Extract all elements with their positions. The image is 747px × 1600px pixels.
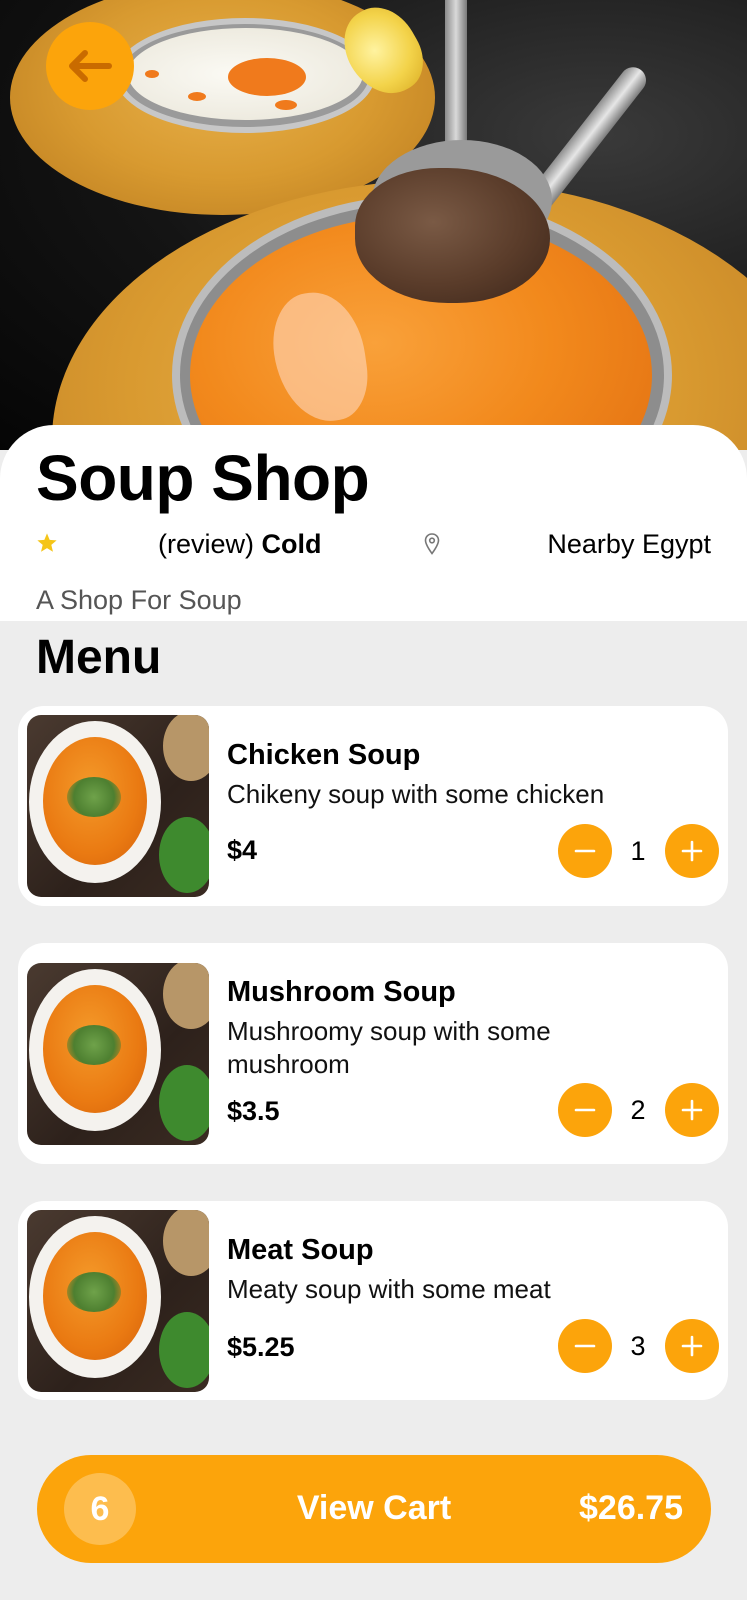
item-name: Chicken Soup [227, 739, 421, 771]
quantity-value: 2 [630, 1095, 646, 1125]
minus-icon [574, 849, 596, 853]
item-price: $4 [227, 835, 258, 865]
map-pin-icon [424, 533, 440, 555]
oil-drop [228, 58, 306, 96]
quantity-value: 1 [630, 836, 646, 866]
soup-image [27, 963, 209, 1145]
soup-image [27, 1210, 209, 1392]
menu-heading: Menu [36, 631, 162, 684]
oil-drop [188, 92, 206, 101]
item-description: Chikeny soup with some chicken [227, 779, 605, 809]
item-name: Mushroom Soup [227, 976, 456, 1008]
star-icon [37, 533, 57, 552]
plus-icon [681, 1335, 703, 1357]
minus-icon [574, 1108, 596, 1112]
increase-quantity-button[interactable] [665, 1083, 719, 1137]
decrease-quantity-button[interactable] [558, 1083, 612, 1137]
item-description: Meaty soup with some meat [227, 1274, 551, 1304]
menu-item-chicken-soup[interactable]: Chicken Soup Chikeny soup with some chic… [18, 706, 728, 906]
oil-drop [145, 70, 159, 78]
bread [163, 715, 209, 781]
arrow-left-icon [69, 50, 112, 82]
location-label: Nearby Egypt [547, 529, 711, 559]
minus-icon [574, 1344, 596, 1348]
item-name: Meat Soup [227, 1234, 374, 1266]
item-price: $3.5 [227, 1096, 280, 1126]
item-price: $5.25 [227, 1332, 295, 1362]
item-description: Mushroomy soup with some mushroom [227, 1016, 551, 1079]
basil-leaves [159, 817, 209, 893]
temperature-label: Cold [261, 529, 322, 559]
quantity-value: 3 [630, 1331, 646, 1361]
bread [163, 1210, 209, 1276]
decrease-quantity-button[interactable] [558, 1319, 612, 1373]
review-line: (review) Cold [158, 528, 322, 560]
meat-piece [355, 168, 550, 303]
shop-description: A Shop For Soup [36, 585, 242, 615]
basil-leaves [159, 1065, 209, 1141]
oil-drop [275, 100, 297, 110]
herb-garnish [67, 1025, 121, 1065]
menu-item-meat-soup[interactable]: Meat Soup Meaty soup with some meat $5.2… [18, 1201, 728, 1400]
plus-icon [681, 1099, 703, 1121]
cart-total: $26.75 [579, 1489, 683, 1527]
herb-garnish [67, 1272, 121, 1312]
bread [163, 963, 209, 1029]
soup-image [27, 715, 209, 897]
spoon-handle [445, 0, 467, 160]
plus-icon [681, 840, 703, 862]
decrease-quantity-button[interactable] [558, 824, 612, 878]
increase-quantity-button[interactable] [665, 824, 719, 878]
herb-garnish [67, 777, 121, 817]
basil-leaves [159, 1312, 209, 1388]
review-label[interactable]: (review) [158, 529, 254, 559]
menu-item-mushroom-soup[interactable]: Mushroom Soup Mushroomy soup with some m… [18, 943, 728, 1164]
back-button[interactable] [46, 22, 134, 110]
increase-quantity-button[interactable] [665, 1319, 719, 1373]
view-cart-button[interactable]: 6 View Cart $26.75 [37, 1455, 711, 1563]
shop-title: Soup Shop [36, 442, 370, 514]
